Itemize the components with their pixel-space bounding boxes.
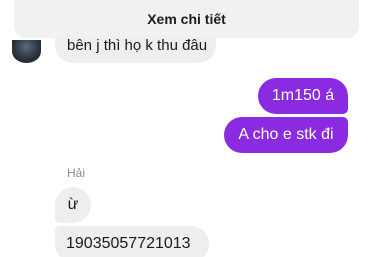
see-details-button[interactable]: Xem chi tiết	[14, 0, 359, 38]
message-bubble-outgoing[interactable]: 1m150 á	[258, 78, 348, 114]
message-bubble-incoming[interactable]: ừ	[55, 187, 91, 223]
sender-avatar[interactable]	[12, 40, 41, 63]
message-text: bên j thì họ k thu đâu	[67, 37, 208, 54]
sender-name: Hải	[67, 166, 86, 180]
message-bubble-outgoing[interactable]: A cho e stk đi	[224, 117, 348, 153]
message-bubble-incoming[interactable]: 19035057721013	[55, 226, 209, 257]
chat-screen: bên j thì họ k thu đâu Xem chi tiết 1m15…	[0, 0, 374, 257]
